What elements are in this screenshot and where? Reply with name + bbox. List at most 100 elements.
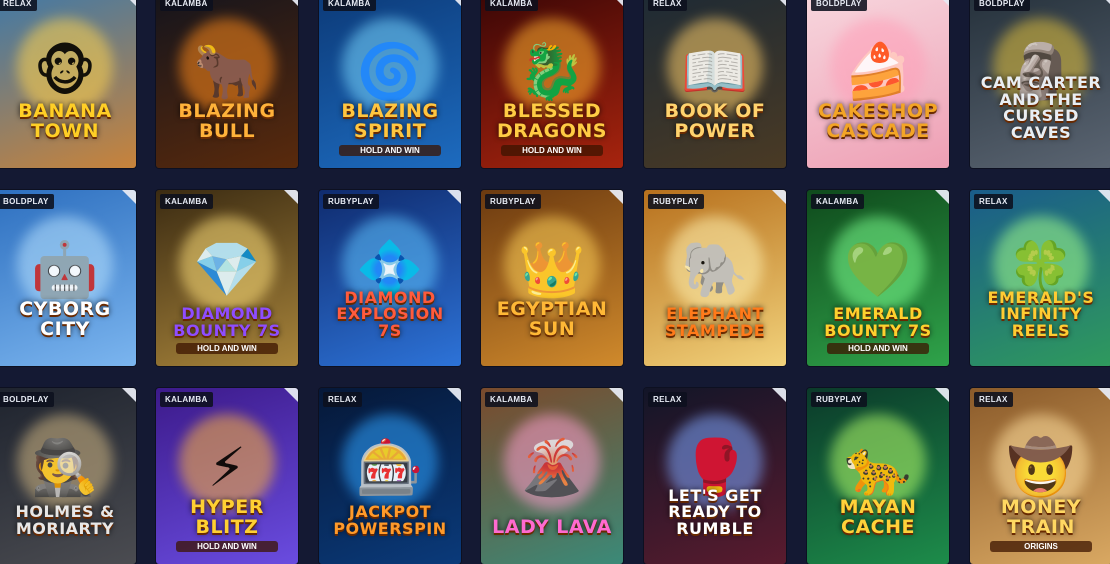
game-tile[interactable]: 💎 Diamond Bounty 7s Hold and Win KALAMBA bbox=[156, 190, 298, 366]
game-tile[interactable]: 🐵 Banana Town RELAX bbox=[0, 0, 136, 168]
game-subtitle: Hold and Win bbox=[176, 343, 278, 354]
game-tile[interactable]: 🐘 Elephant Stampede RUBYPLAY bbox=[644, 190, 786, 366]
game-title: Book of Power bbox=[664, 100, 766, 143]
corner-fold-icon bbox=[935, 0, 949, 6]
game-character-icon: 🤖 bbox=[31, 237, 99, 301]
game-tile[interactable]: 🐆 Mayan Cache RUBYPLAY bbox=[807, 388, 949, 564]
corner-fold-icon bbox=[1098, 190, 1110, 204]
provider-badge: BOLDPLAY bbox=[811, 0, 867, 11]
corner-fold-icon bbox=[772, 190, 786, 204]
game-character-icon: 🕵 bbox=[31, 435, 99, 499]
game-character-icon: 🐵 bbox=[33, 39, 97, 103]
game-title: Emerald Bounty 7s bbox=[824, 304, 932, 341]
corner-fold-icon bbox=[1098, 388, 1110, 402]
game-tile[interactable]: 🌋 Lady Lava KALAMBA bbox=[481, 388, 623, 564]
corner-fold-icon bbox=[284, 190, 298, 204]
game-title: Diamond Bounty 7s bbox=[173, 304, 281, 341]
game-title: Cyborg City bbox=[19, 298, 111, 341]
game-character-icon: 🐘 bbox=[681, 237, 749, 301]
game-subtitle: Hold and Win bbox=[339, 145, 441, 156]
game-tile[interactable]: 🤠 Money Train Origins RELAX bbox=[970, 388, 1110, 564]
corner-fold-icon bbox=[609, 190, 623, 204]
corner-fold-icon bbox=[447, 0, 461, 6]
game-subtitle: Origins bbox=[990, 541, 1092, 552]
corner-fold-icon bbox=[935, 388, 949, 402]
game-title: Banana Town bbox=[18, 100, 112, 143]
provider-badge: BOLDPLAY bbox=[0, 392, 54, 407]
game-tile[interactable]: 🕵 Holmes & Moriarty BOLDPLAY bbox=[0, 388, 136, 564]
game-subtitle: Hold and Win bbox=[176, 541, 278, 552]
corner-fold-icon bbox=[284, 0, 298, 6]
game-character-icon: 🐆 bbox=[844, 435, 912, 499]
game-title: Hyper Blitz bbox=[190, 496, 264, 539]
game-tile[interactable]: 🤖 Cyborg City BOLDPLAY bbox=[0, 190, 136, 366]
game-title: Cam Carter and the Cursed Caves bbox=[980, 72, 1102, 143]
provider-badge: RELAX bbox=[0, 0, 37, 11]
game-tile[interactable]: 📖 Book of Power RELAX bbox=[644, 0, 786, 168]
game-title: Lady Lava bbox=[492, 516, 612, 539]
corner-fold-icon bbox=[1098, 0, 1110, 6]
game-title: Blessed Dragons bbox=[497, 100, 607, 143]
game-character-icon: 🤠 bbox=[1007, 435, 1075, 499]
provider-badge: KALAMBA bbox=[160, 194, 213, 209]
game-character-icon: 🍰 bbox=[844, 39, 912, 103]
corner-fold-icon bbox=[122, 0, 136, 6]
game-grid: 🐵 Banana Town RELAX 🐂 Blazing Bull KALAMBA 🌀 Bl… bbox=[0, 0, 1110, 564]
game-character-icon: 🎰 bbox=[356, 435, 424, 499]
game-title: Emerald's Infinity Reels bbox=[987, 287, 1095, 341]
provider-badge: KALAMBA bbox=[811, 194, 864, 209]
corner-fold-icon bbox=[609, 0, 623, 6]
provider-badge: BOLDPLAY bbox=[974, 0, 1030, 11]
game-tile[interactable]: 💚 Emerald Bounty 7s Hold and Win KALAMBA bbox=[807, 190, 949, 366]
game-character-icon: 📖 bbox=[681, 39, 749, 103]
provider-badge: RUBYPLAY bbox=[485, 194, 541, 209]
provider-badge: RELAX bbox=[323, 392, 362, 407]
corner-fold-icon bbox=[447, 388, 461, 402]
game-tile[interactable]: 🎰 Jackpot Powerspin RELAX bbox=[319, 388, 461, 564]
corner-fold-icon bbox=[935, 190, 949, 204]
game-character-icon: 💚 bbox=[844, 237, 912, 301]
game-tile[interactable]: 🌀 Blazing Spirit Hold and Win KALAMBA bbox=[319, 0, 461, 168]
game-tile[interactable]: 🐂 Blazing Bull KALAMBA bbox=[156, 0, 298, 168]
game-character-icon: 👑 bbox=[518, 237, 586, 301]
provider-badge: RELAX bbox=[648, 392, 687, 407]
game-tile[interactable]: 🗿 Cam Carter and the Cursed Caves BOLDPLAY bbox=[970, 0, 1110, 168]
game-tile[interactable]: 👑 Egyptian Sun RUBYPLAY bbox=[481, 190, 623, 366]
game-title: Money Train bbox=[1000, 496, 1082, 539]
game-title: Diamond Explosion 7s bbox=[336, 287, 444, 341]
game-character-icon: ⚡ bbox=[208, 435, 246, 499]
game-character-icon: 🐉 bbox=[518, 39, 586, 103]
game-title: Cakeshop Cascade bbox=[817, 100, 938, 143]
provider-badge: BOLDPLAY bbox=[0, 194, 54, 209]
provider-badge: RUBYPLAY bbox=[648, 194, 704, 209]
game-title: Blazing Bull bbox=[178, 100, 276, 143]
corner-fold-icon bbox=[122, 190, 136, 204]
corner-fold-icon bbox=[609, 388, 623, 402]
game-subtitle: Hold and Win bbox=[827, 343, 929, 354]
provider-badge: KALAMBA bbox=[160, 392, 213, 407]
provider-badge: KALAMBA bbox=[323, 0, 376, 11]
game-title: Jackpot Powerspin bbox=[333, 502, 447, 539]
game-title: Egyptian Sun bbox=[496, 298, 608, 341]
game-title: Holmes & Moriarty bbox=[15, 502, 115, 539]
corner-fold-icon bbox=[772, 0, 786, 6]
game-title: Let's Get Ready to Rumble bbox=[668, 485, 762, 539]
game-tile[interactable]: 🐉 Blessed Dragons Hold and Win KALAMBA bbox=[481, 0, 623, 168]
corner-fold-icon bbox=[772, 388, 786, 402]
game-subtitle: Hold and Win bbox=[501, 145, 603, 156]
provider-badge: RELAX bbox=[974, 392, 1013, 407]
game-character-icon: 💎 bbox=[193, 237, 261, 301]
provider-badge: RELAX bbox=[648, 0, 687, 11]
provider-badge: KALAMBA bbox=[485, 0, 538, 11]
corner-fold-icon bbox=[284, 388, 298, 402]
game-character-icon: 🌀 bbox=[356, 39, 424, 103]
provider-badge: RUBYPLAY bbox=[323, 194, 379, 209]
game-tile[interactable]: 🍰 Cakeshop Cascade BOLDPLAY bbox=[807, 0, 949, 168]
corner-fold-icon bbox=[122, 388, 136, 402]
game-tile[interactable]: 🍀 Emerald's Infinity Reels RELAX bbox=[970, 190, 1110, 366]
provider-badge: KALAMBA bbox=[160, 0, 213, 11]
game-tile[interactable]: 💠 Diamond Explosion 7s RUBYPLAY bbox=[319, 190, 461, 366]
game-tile[interactable]: ⚡ Hyper Blitz Hold and Win KALAMBA bbox=[156, 388, 298, 564]
game-tile[interactable]: 🥊 Let's Get Ready to Rumble RELAX bbox=[644, 388, 786, 564]
game-title: Mayan Cache bbox=[839, 496, 917, 539]
